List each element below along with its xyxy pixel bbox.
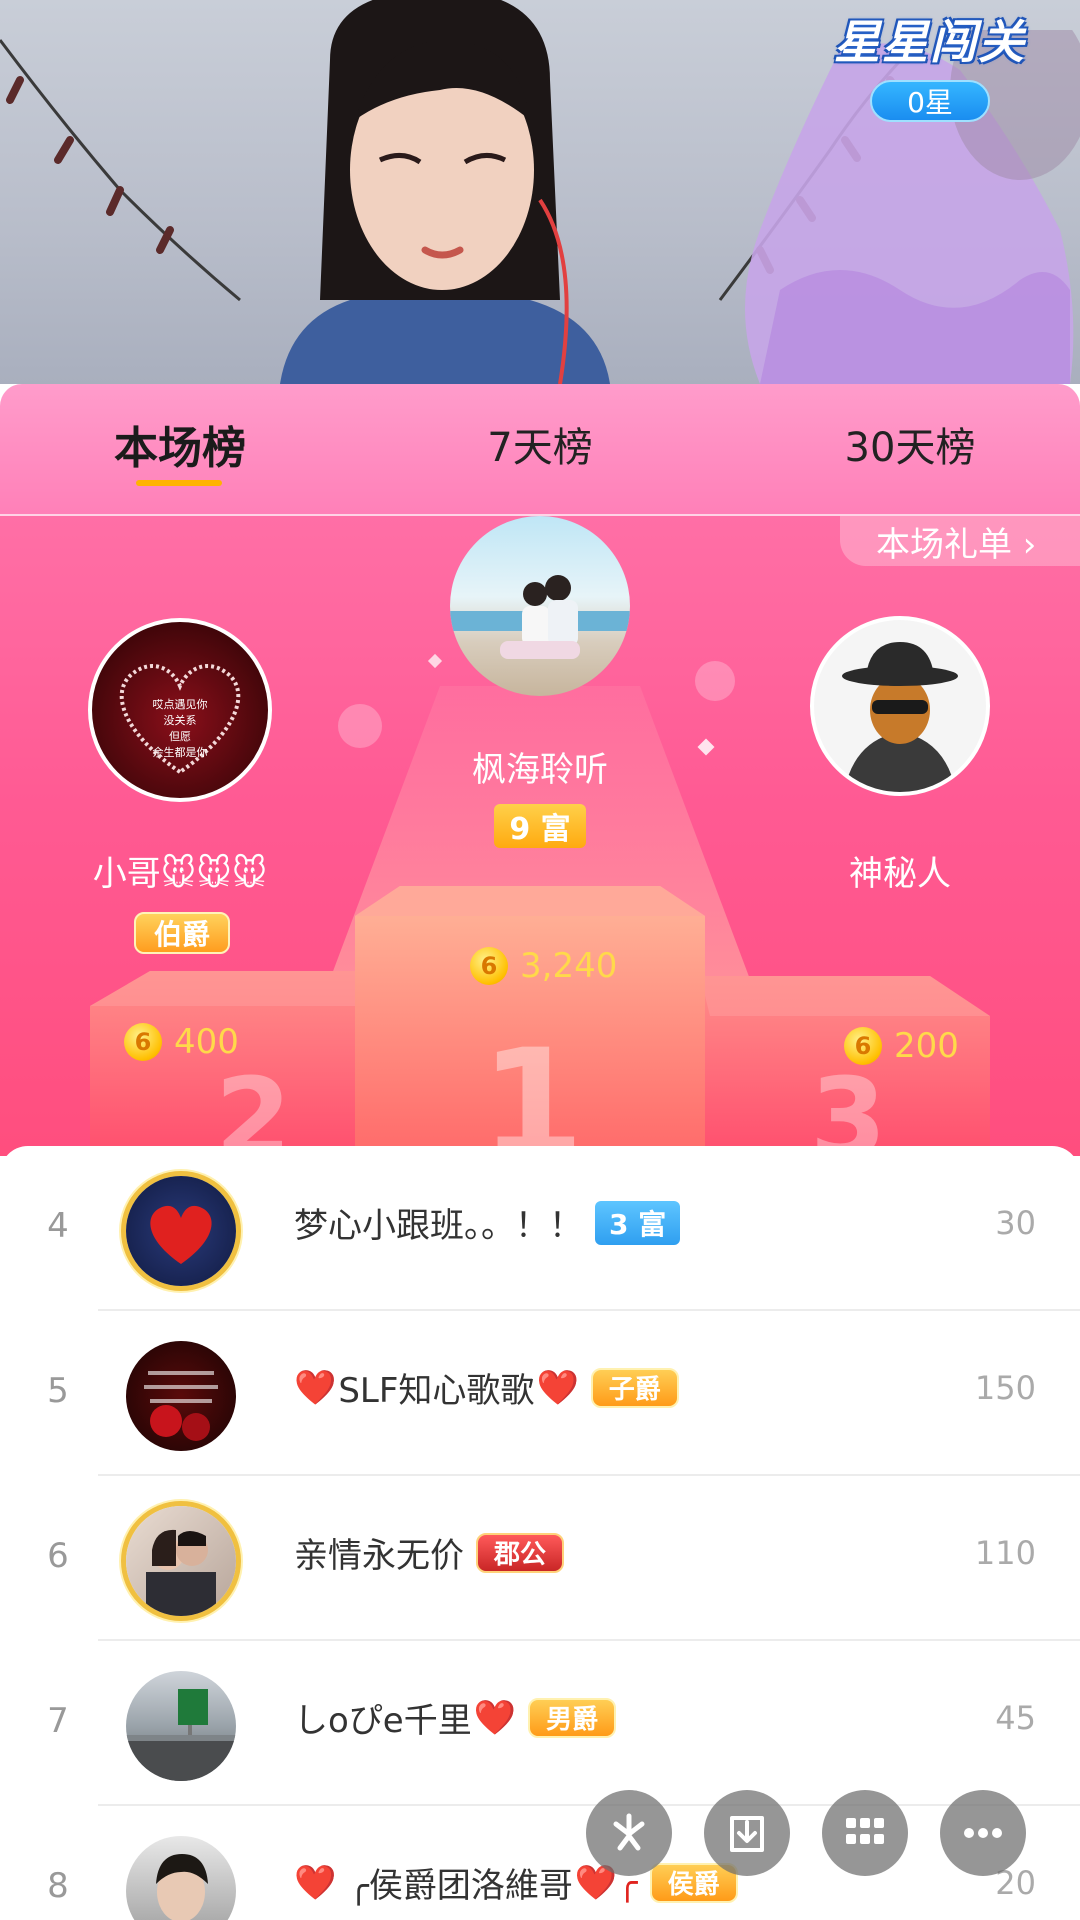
tab-this-session[interactable]: 本场榜 [100,414,260,474]
heart-photo: 哎点遇见你 没关系 但愿 余生都是你 [119,664,241,775]
contribution-value: 30 [995,1204,1036,1242]
svg-text:3: 3 [810,1054,887,1156]
second-place-name: 小哥🐭🐭🐭 [92,854,268,894]
tab-30-days[interactable]: 30天榜 [820,414,1000,474]
user-avatar[interactable] [126,1836,236,1920]
second-place-coin-value: 400 [174,1022,239,1062]
user-name-line: ❤️ ╭侯爵团洛維哥 ❤️╭ 侯爵 [294,1858,738,1907]
star-count-pill: 0星 [870,80,990,122]
user-avatar[interactable] [126,1341,236,1451]
rank-number: 7 [47,1701,69,1741]
coin-icon: 6 [124,1023,162,1061]
first-place-rich-badge: 9 富 [494,804,586,848]
noble-badge: 郡公 [476,1532,565,1573]
user-name: 亲情永无价 [294,1536,464,1576]
first-place-name: 枫海聆听 [472,750,608,790]
download-button[interactable] [704,1790,790,1876]
active-tab-indicator [136,480,222,486]
grid-icon [846,1818,884,1844]
rank-number: 6 [47,1536,69,1576]
contribution-value: 110 [974,1534,1036,1572]
share-icon [613,1813,645,1851]
user-name: 梦心小跟班。。！！ [294,1206,583,1246]
couple-avatar-image [146,1529,216,1616]
star-challenge-title: 星星闯关 [834,15,1026,69]
first-place-coin-value: 3,240 [520,946,618,986]
svg-text:1: 1 [480,1018,584,1156]
coin-icon: 6 [844,1027,882,1065]
couple-photo [450,575,630,659]
list-item[interactable]: 6 亲情永无价 郡公 110 [0,1476,1080,1641]
list-item[interactable]: 8 ❤️ ╭侯爵团洛維哥 ❤️╭ 侯爵 20 [0,1806,1080,1920]
star-challenge-badge[interactable]: 星星闯关 0星 [830,0,1030,122]
user-name-line: ❤️ SLF知心歌歌 ❤️ 子爵 [294,1363,679,1412]
rank-number: 5 [47,1371,69,1411]
download-icon [730,1816,764,1852]
third-place-avatar[interactable] [810,616,990,796]
second-place-coins: 6 400 [124,1022,239,1062]
portrait-avatar-image [156,1854,208,1920]
tab-7-days[interactable]: 7天榜 [460,414,620,474]
live-video-area: 星星闯关 0星 [0,0,1080,384]
user-name: SLF知心歌歌 [338,1371,535,1411]
top-three-podium: 2 3 1 本场礼单 › 枫海聆听 9 富 6 3,240 哎点遇见你 没关系 [0,516,1080,1156]
user-name-line: 亲情永无价 郡公 [294,1528,565,1577]
mystery-person-icon [842,642,958,792]
third-place-coin-value: 200 [894,1026,959,1066]
grid-menu-button[interactable] [822,1790,908,1876]
ranking-list: 4 梦心小跟班。。！！ 3 富 30 5 ❤️ SLF知心歌歌 ❤️ 子爵 15… [0,1146,1080,1920]
ranking-tab-bar: 本场榜 7天榜 30天榜 [0,384,1080,516]
list-item[interactable]: 5 ❤️ SLF知心歌歌 ❤️ 子爵 150 [0,1311,1080,1476]
second-place-avatar[interactable]: 哎点遇见你 没关系 但愿 余生都是你 [88,618,272,802]
svg-text:2: 2 [215,1054,292,1156]
highway-avatar-image [126,1689,236,1781]
svg-text:没关系: 没关系 [164,713,197,727]
noble-badge: 男爵 [528,1697,617,1738]
svg-text:余生都是你: 余生都是你 [153,745,208,759]
user-name: ╭侯爵团洛維哥 [348,1866,573,1906]
user-avatar[interactable] [126,1506,236,1616]
heart-emoji: ❤️ [536,1367,579,1408]
user-avatar[interactable] [126,1671,236,1781]
heart-emoji: ❤️ [294,1862,337,1903]
more-button[interactable] [940,1790,1026,1876]
heart-emoji: ❤️ [294,1367,337,1408]
user-name-line: 梦心小跟班。。！！ 3 富 [294,1198,681,1247]
rank-number: 4 [47,1206,69,1246]
user-avatar[interactable] [126,1176,236,1286]
contribution-value: 150 [974,1369,1036,1407]
noble-badge: 子爵 [590,1367,679,1408]
coin-icon: 6 [470,947,508,985]
more-icon [964,1828,1002,1838]
third-place-name: 神秘人 [849,854,951,894]
rank-number: 8 [47,1866,69,1906]
contribution-value: 45 [995,1699,1036,1737]
second-place-noble-badge: 伯爵 [134,912,230,954]
heart-emoji: ❤️ [473,1697,517,1738]
svg-text:哎点遇见你: 哎点遇见你 [153,698,208,711]
rich-level-badge: 3 富 [595,1200,681,1245]
list-item[interactable]: 4 梦心小跟班。。！！ 3 富 30 [0,1146,1080,1311]
gift-list-link[interactable]: 本场礼单 › [840,516,1080,566]
rose-text-avatar-image [144,1371,218,1441]
streamer-figure [280,0,610,384]
list-item[interactable]: 7 しoぴe千里 ❤️ 男爵 45 [0,1641,1080,1806]
share-button[interactable] [586,1790,672,1876]
svg-text:但愿: 但愿 [169,730,191,743]
first-place-avatar[interactable] [450,516,630,696]
first-place-coins: 6 3,240 [470,946,617,986]
user-name-line: しoぴe千里 ❤️ 男爵 [294,1693,617,1742]
heart-avatar-image [150,1205,212,1264]
third-place-coins: 6 200 [844,1026,959,1066]
user-name: しoぴe千里 [294,1701,472,1741]
